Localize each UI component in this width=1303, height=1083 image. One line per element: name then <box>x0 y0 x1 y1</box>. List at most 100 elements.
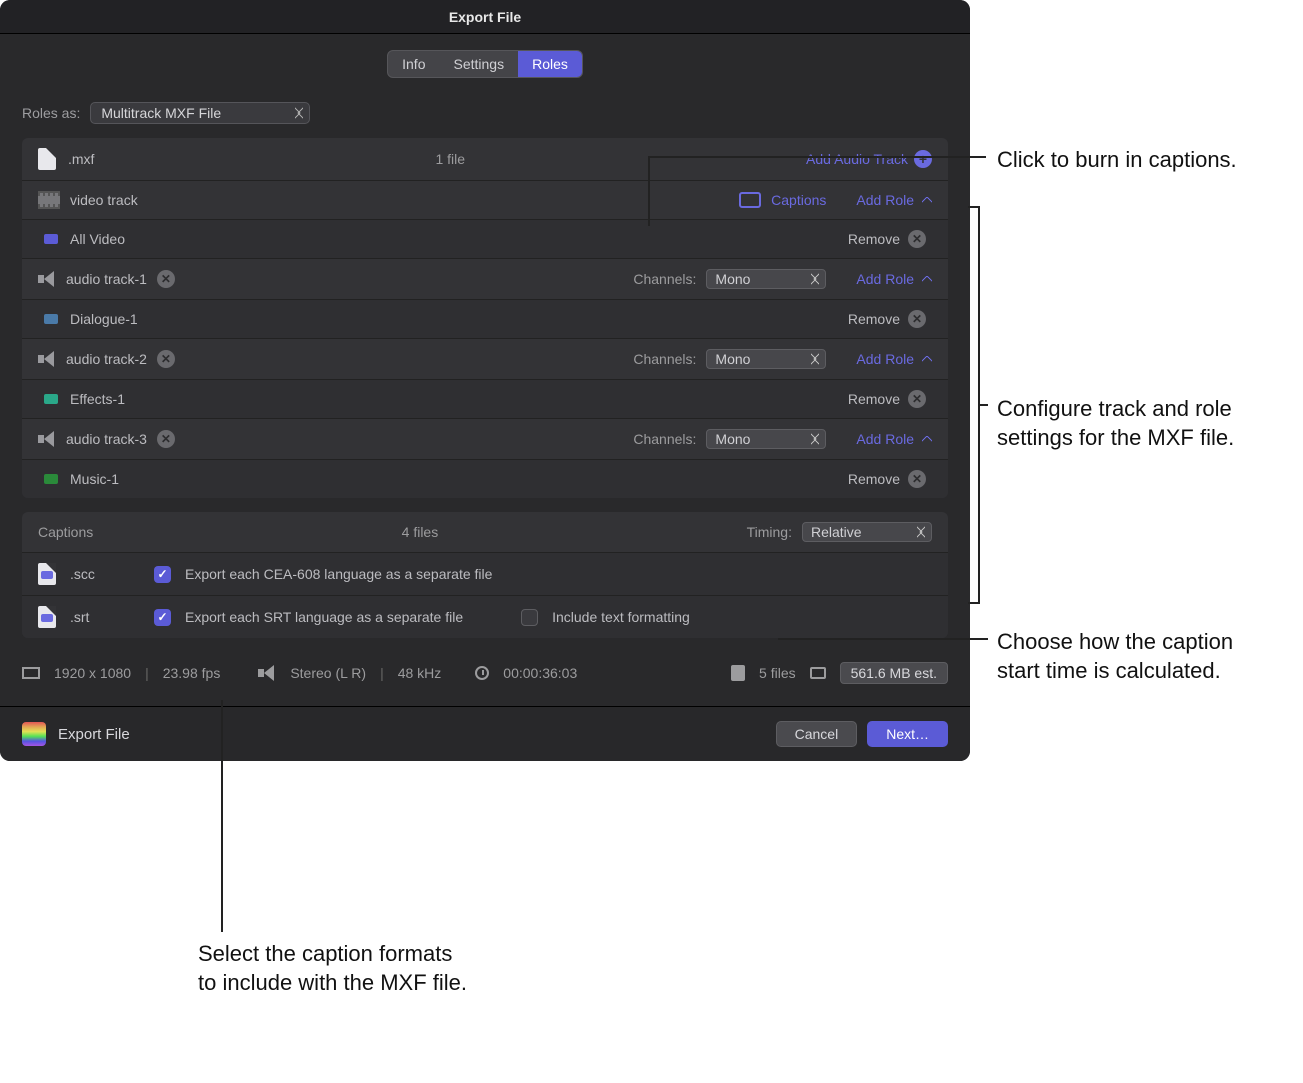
audio-2-add-role-label: Add Role <box>856 351 914 367</box>
video-track-header: video track Captions Add Role <box>22 181 948 219</box>
add-audio-track-label: Add Audio Track <box>806 151 908 167</box>
tab-settings[interactable]: Settings <box>439 51 518 77</box>
close-icon: ✕ <box>908 390 926 408</box>
mxf-file-count: 1 file <box>106 151 794 167</box>
audio-track-2-header: audio track-2 ✕ Channels: Mono Add Role <box>22 339 948 379</box>
channels-select-3[interactable]: Mono <box>706 429 826 449</box>
dialog-body: Info Settings Roles Roles as: Multitrack… <box>0 34 970 706</box>
audio-track-3-group: audio track-3 ✕ Channels: Mono Add Role … <box>22 418 948 498</box>
chevron-down-icon <box>922 356 932 362</box>
srt-export-checkbox[interactable]: ✓ <box>154 609 171 626</box>
role-color-chip <box>44 474 58 484</box>
callout-line <box>778 638 988 640</box>
callout-timing: Choose how the caption start time is cal… <box>997 628 1277 685</box>
captions-file-count: 4 files <box>105 524 734 540</box>
mxf-file-icon <box>38 148 56 170</box>
window-title: Export File <box>449 9 521 25</box>
callout-formats-l1: Select the caption formats <box>198 940 467 969</box>
role-color-chip <box>44 314 58 324</box>
audio-track-3-header: audio track-3 ✕ Channels: Mono Add Role <box>22 419 948 459</box>
channels-label-1: Channels: <box>633 271 696 287</box>
callout-line <box>648 156 986 158</box>
audio-track-1-header: audio track-1 ✕ Channels: Mono Add Role <box>22 259 948 299</box>
video-remove-label: Remove <box>848 231 900 247</box>
audio-3-add-role-label: Add Role <box>856 431 914 447</box>
chevron-down-icon <box>922 276 932 282</box>
add-audio-track-button[interactable]: Add Audio Track + <box>806 150 932 168</box>
footer-title: Export File <box>58 726 766 743</box>
timing-popup[interactable]: Relative <box>802 522 932 542</box>
chevron-down-icon <box>922 197 932 203</box>
tab-segmented-control: Info Settings Roles <box>387 50 583 78</box>
next-button[interactable]: Next… <box>867 721 948 747</box>
status-bar: 1920 x 1080 | 23.98 fps Stereo (L R) | 4… <box>22 652 948 696</box>
close-icon: ✕ <box>908 230 926 248</box>
audio-1-subrow: Dialogue-1 Remove ✕ <box>22 299 948 338</box>
status-duration: 00:00:36:03 <box>503 665 577 681</box>
audio-1-remove-button[interactable]: Remove ✕ <box>848 310 926 328</box>
speaker-icon <box>38 431 56 447</box>
audio-track-3-label: audio track-3 <box>66 431 147 447</box>
audio-3-subrow: Music-1 Remove ✕ <box>22 459 948 498</box>
audio-track-2-delete[interactable]: ✕ <box>157 350 175 368</box>
mxf-panel: .mxf 1 file Add Audio Track + video trac… <box>22 138 948 498</box>
mxf-ext-label: .mxf <box>68 151 94 167</box>
audio-2-add-role-button[interactable]: Add Role <box>856 351 932 367</box>
close-icon: ✕ <box>908 470 926 488</box>
plus-icon: + <box>914 150 932 168</box>
speaker-icon <box>38 351 56 367</box>
audio-track-1-delete[interactable]: ✕ <box>157 270 175 288</box>
audio-1-sub-name: Dialogue-1 <box>70 311 836 327</box>
callout-bracket-top <box>968 206 978 208</box>
chevron-down-icon <box>922 436 932 442</box>
callout-burn-line1: Click to burn in captions. <box>997 146 1237 175</box>
video-add-role-button[interactable]: Add Role <box>856 192 932 208</box>
video-subrow-all-video: All Video Remove ✕ <box>22 219 948 258</box>
window-titlebar: Export File <box>0 0 970 34</box>
tab-roles[interactable]: Roles <box>518 51 582 77</box>
scc-ext-label: .scc <box>70 566 140 582</box>
timing-label: Timing: <box>747 524 792 540</box>
captions-panel: Captions 4 files Timing: Relative .scc ✓… <box>22 512 948 638</box>
audio-3-add-role-button[interactable]: Add Role <box>856 431 932 447</box>
channels-label-3: Channels: <box>633 431 696 447</box>
callout-formats: Select the caption formats to include wi… <box>198 940 467 997</box>
captions-button[interactable]: Captions <box>771 192 826 208</box>
captions-title: Captions <box>38 524 93 540</box>
channels-select-2[interactable]: Mono <box>706 349 826 369</box>
roles-as-popup[interactable]: Multitrack MXF File <box>90 102 310 124</box>
audio-2-remove-label: Remove <box>848 391 900 407</box>
status-fps: 23.98 fps <box>163 665 221 681</box>
audio-2-remove-button[interactable]: Remove ✕ <box>848 390 926 408</box>
callout-line <box>221 700 223 932</box>
srt-file-icon <box>38 606 56 628</box>
audio-track-1-label: audio track-1 <box>66 271 147 287</box>
video-remove-button[interactable]: Remove ✕ <box>848 230 926 248</box>
srt-export-label: Export each SRT language as a separate f… <box>185 609 463 625</box>
app-icon <box>22 722 46 746</box>
scc-export-checkbox[interactable]: ✓ <box>154 566 171 583</box>
captions-icon <box>739 192 761 208</box>
audio-track-2-group: audio track-2 ✕ Channels: Mono Add Role … <box>22 338 948 418</box>
callout-configure: Configure track and role settings for th… <box>997 395 1277 452</box>
audio-3-remove-button[interactable]: Remove ✕ <box>848 470 926 488</box>
caption-row-scc: .scc ✓ Export each CEA-608 language as a… <box>22 552 948 595</box>
audio-track-1-group: audio track-1 ✕ Channels: Mono Add Role … <box>22 258 948 338</box>
audio-2-sub-name: Effects-1 <box>70 391 836 407</box>
status-resolution: 1920 x 1080 <box>54 665 131 681</box>
audio-track-3-delete[interactable]: ✕ <box>157 430 175 448</box>
callout-bracket-bot <box>968 602 978 604</box>
caption-row-srt: .srt ✓ Export each SRT language as a sep… <box>22 595 948 638</box>
audio-1-add-role-button[interactable]: Add Role <box>856 271 932 287</box>
audio-2-subrow: Effects-1 Remove ✕ <box>22 379 948 418</box>
resolution-icon <box>22 667 40 679</box>
role-color-chip <box>44 394 58 404</box>
cancel-button[interactable]: Cancel <box>776 721 858 747</box>
close-icon: ✕ <box>908 310 926 328</box>
export-file-dialog: Export File Info Settings Roles Roles as… <box>0 0 970 761</box>
tab-info[interactable]: Info <box>388 51 439 77</box>
role-color-chip <box>44 234 58 244</box>
srt-formatting-checkbox[interactable] <box>521 609 538 626</box>
channels-select-1[interactable]: Mono <box>706 269 826 289</box>
srt-formatting-label: Include text formatting <box>552 609 690 625</box>
